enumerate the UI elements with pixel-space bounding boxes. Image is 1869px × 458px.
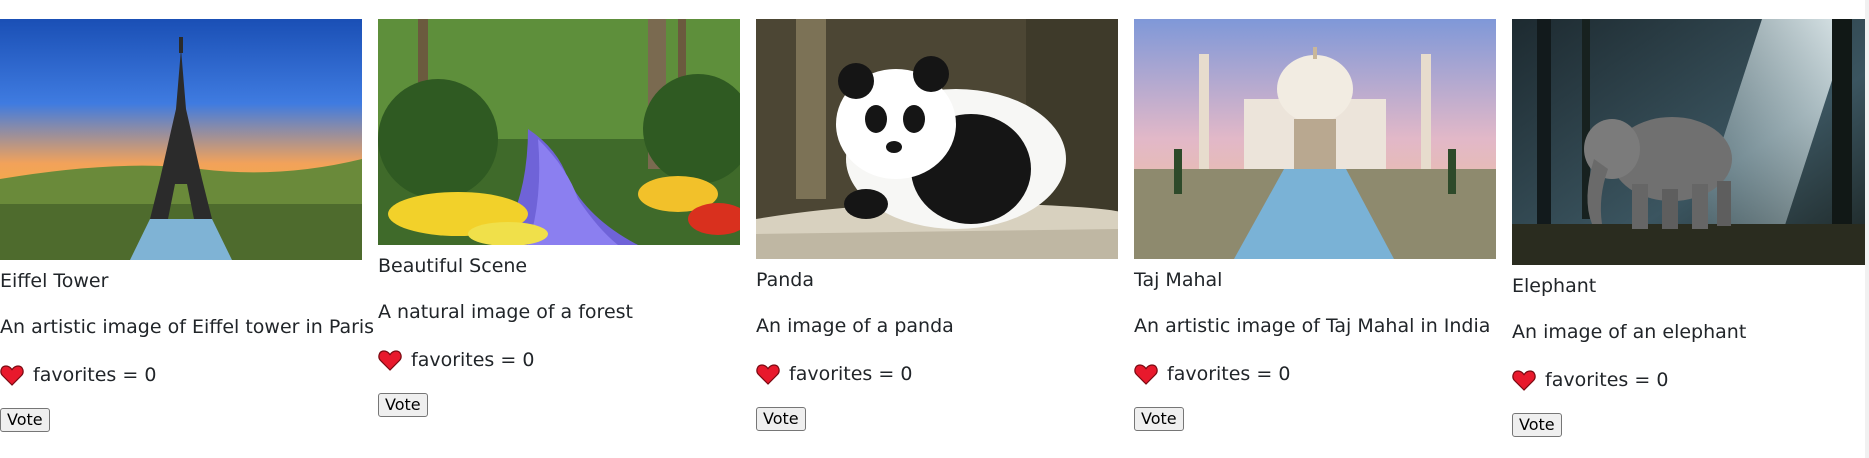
- heart-icon: [1512, 369, 1536, 391]
- panda-image: [756, 19, 1118, 259]
- card-description: An image of a panda: [756, 315, 954, 337]
- heart-icon: [378, 349, 402, 371]
- favorites-row: favorites = 0: [1134, 363, 1496, 385]
- card-title: Eiffel Tower: [0, 270, 109, 292]
- card-eiffel-tower: Eiffel Tower An artistic image of Eiffel…: [0, 19, 375, 432]
- card-panda: Panda An image of a panda favorites = 0 …: [756, 19, 1118, 431]
- heart-icon: [1134, 363, 1158, 385]
- vote-button[interactable]: Vote: [0, 408, 50, 432]
- heart-icon: [0, 364, 24, 386]
- favorites-count: favorites = 0: [1167, 362, 1291, 385]
- vote-button[interactable]: Vote: [1512, 413, 1562, 437]
- card-title: Beautiful Scene: [378, 255, 528, 277]
- taj-mahal-image: [1134, 19, 1496, 259]
- card-taj-mahal: Taj Mahal An artistic image of Taj Mahal…: [1134, 19, 1496, 431]
- forest-image: [378, 19, 740, 245]
- vote-button[interactable]: Vote: [756, 407, 806, 431]
- card-title: Elephant: [1512, 275, 1597, 297]
- heart-icon: [756, 363, 780, 385]
- favorites-row: favorites = 0: [0, 364, 362, 386]
- favorites-count: favorites = 0: [1545, 368, 1669, 391]
- favorites-row: favorites = 0: [756, 363, 1118, 385]
- card-description: An image of an elephant: [1512, 321, 1747, 343]
- vote-button[interactable]: Vote: [1134, 407, 1184, 431]
- eiffel-tower-image: [0, 19, 362, 260]
- card-elephant: Elephant An image of an elephant favorit…: [1512, 19, 1869, 437]
- card-description: An artistic image of Eiffel tower in Par…: [0, 316, 375, 338]
- card-description: An artistic image of Taj Mahal in India: [1134, 315, 1491, 337]
- card-title: Panda: [756, 269, 814, 291]
- favorites-count: favorites = 0: [789, 362, 913, 385]
- elephant-image: [1512, 19, 1869, 265]
- favorites-row: favorites = 0: [1512, 369, 1869, 391]
- vertical-scrollbar[interactable]: [1865, 0, 1869, 458]
- favorites-count: favorites = 0: [411, 348, 535, 371]
- card-beautiful-scene: Beautiful Scene A natural image of a for…: [378, 19, 740, 417]
- card-description: A natural image of a forest: [378, 301, 633, 323]
- vote-button[interactable]: Vote: [378, 393, 428, 417]
- card-title: Taj Mahal: [1134, 269, 1223, 291]
- favorites-count: favorites = 0: [33, 363, 157, 386]
- favorites-row: favorites = 0: [378, 349, 740, 371]
